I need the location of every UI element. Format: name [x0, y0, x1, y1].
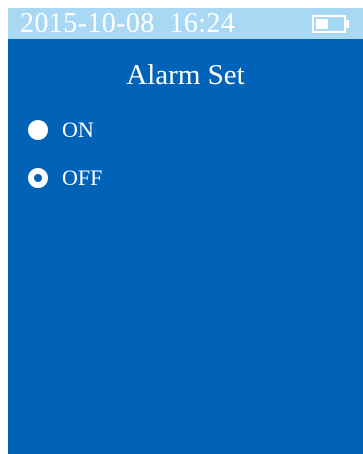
alarm-option-off[interactable]: OFF [28, 163, 102, 193]
alarm-option-on[interactable]: ON [28, 115, 94, 145]
datetime-display: 2015-10-08 16:24 [20, 8, 236, 39]
radio-unselected-icon[interactable] [28, 120, 48, 140]
radio-selected-icon[interactable] [28, 168, 48, 188]
option-label-on: ON [62, 117, 94, 142]
option-label-off: OFF [62, 165, 103, 190]
status-bar: 2015-10-08 16:24 [8, 8, 363, 39]
device-screen: 2015-10-08 16:24 Alarm Set ON OFF [8, 8, 363, 454]
battery-icon [312, 15, 349, 33]
page-title: Alarm Set [126, 59, 245, 91]
